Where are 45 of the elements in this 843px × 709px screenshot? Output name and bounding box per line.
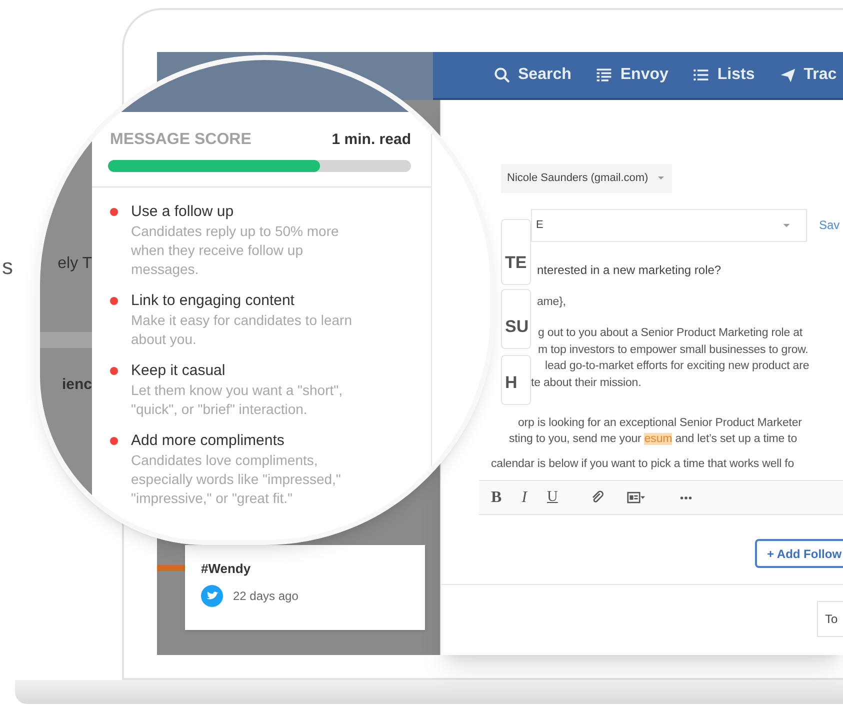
field-label: SU xyxy=(501,288,531,348)
divider-band xyxy=(40,332,92,348)
accent-bar xyxy=(157,565,185,571)
tip-text: Make it easy for candidates to learn about you. xyxy=(131,311,354,349)
panel-title: MESSAGE SCORE xyxy=(110,130,252,150)
card-title: #Wendy xyxy=(201,560,252,578)
message-line: m top investors to empower small businesses to grow. xyxy=(537,342,810,358)
message-line: calendar is below if you want to pick a time that works well fo xyxy=(491,456,796,472)
tip-text: Candidates reply up to 50% more when they receive follow up messages. xyxy=(131,222,340,279)
partial-text: ienc xyxy=(62,375,92,395)
field-label: TE xyxy=(501,218,531,284)
tip-text: Let them know you want a "short", "quick", or "brief" interaction. xyxy=(131,381,344,419)
search-icon xyxy=(493,66,511,84)
template-dropdown[interactable]: E xyxy=(531,208,807,242)
italic-button[interactable]: I xyxy=(522,486,527,510)
nav-link[interactable]: Trac xyxy=(778,63,837,87)
nav-link[interactable]: Lists xyxy=(692,63,755,87)
nav-link[interactable]: Search xyxy=(493,63,572,87)
tip-title: Add more compliments xyxy=(131,431,286,451)
tip-title: Link to engaging content xyxy=(131,291,296,311)
message-line: te about their mission. xyxy=(531,376,642,390)
nav-link[interactable]: Envoy xyxy=(595,63,668,87)
paper-plane-icon xyxy=(778,66,797,84)
footer-button[interactable]: To xyxy=(817,601,843,637)
tip-title: Use a follow up xyxy=(131,202,235,222)
tip-text: Candidates love compliments, especially words like "impressed," "impressive," or "great fit." xyxy=(131,451,342,508)
underline-button[interactable]: U xyxy=(547,486,558,509)
read-time: 1 min. read xyxy=(332,130,411,150)
add-follow-up-button[interactable]: + Add Follow xyxy=(755,539,843,568)
message-line: orp is looking for an exceptional Senior Product Marketer xyxy=(517,416,803,430)
field-label: H xyxy=(501,354,531,404)
bird-icon xyxy=(201,584,223,606)
message-line: lead go-to-market efforts for exciting new product are xyxy=(544,359,810,374)
card-time: 22 days ago xyxy=(233,588,298,604)
message-line: g out to you about a Senior Product Marketing role at xyxy=(537,326,804,341)
side-text: s xyxy=(2,254,13,279)
subject-field[interactable]: nterested in a new marketing role? xyxy=(531,256,843,284)
sender-dropdown[interactable]: Nicole Saunders (gmail.com) xyxy=(501,164,672,192)
list-document-icon xyxy=(595,66,614,84)
save-link[interactable]: Sav xyxy=(819,216,840,234)
message-line: ame}, xyxy=(536,294,567,310)
bold-button[interactable]: B xyxy=(491,486,502,510)
message-line: sting to you, send me your esum and let’s set up a time to xyxy=(508,432,798,447)
partial-text: ely T xyxy=(58,254,92,274)
tip-title: Keep it casual xyxy=(131,361,226,381)
